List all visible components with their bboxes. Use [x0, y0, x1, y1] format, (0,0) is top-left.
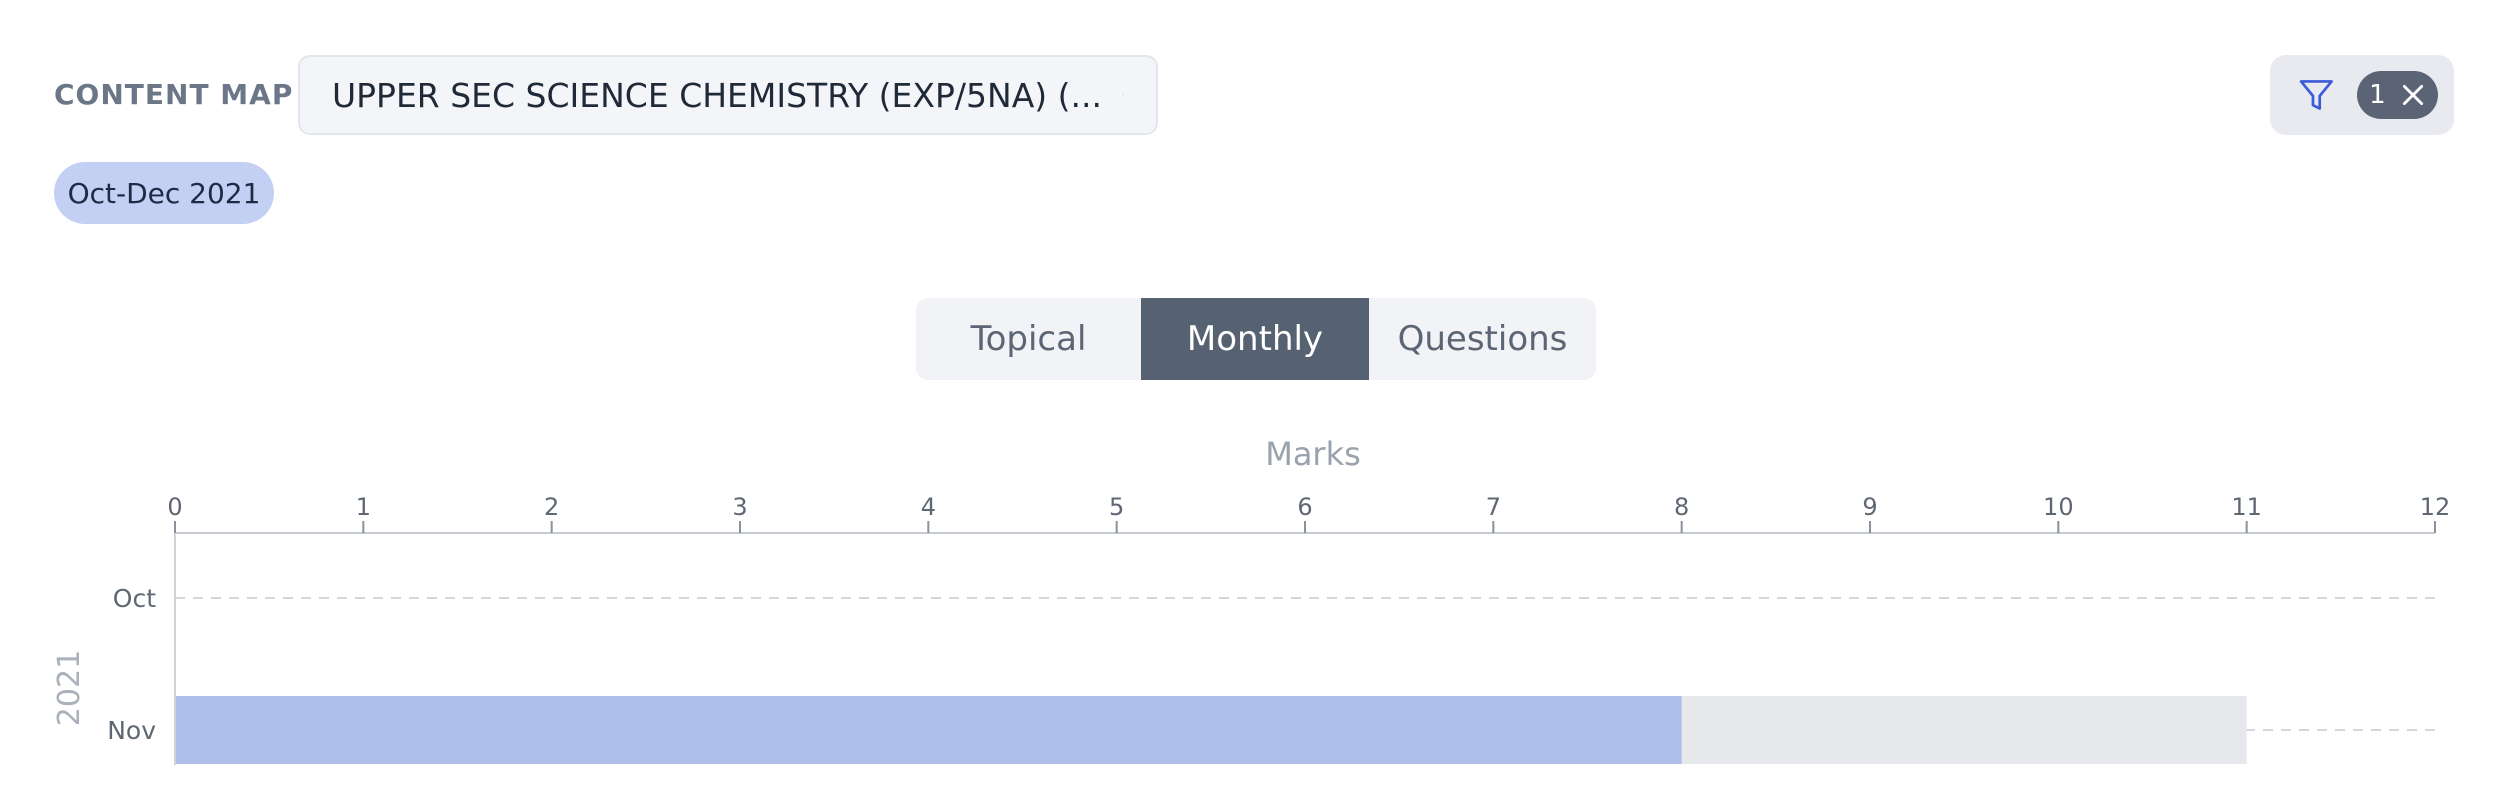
filter-icon[interactable]	[2296, 73, 2337, 117]
x-tick-label: 3	[732, 493, 747, 521]
content-map-selected-value: UPPER SEC SCIENCE CHEMISTRY (EXP/5NA) (.…	[332, 75, 1102, 115]
chart-title: Marks	[1265, 435, 1361, 473]
tab-monthly[interactable]: Monthly	[1141, 298, 1369, 380]
x-tick-label: 9	[1862, 493, 1877, 521]
x-tick-label: 5	[1109, 493, 1124, 521]
x-tick-label: 1	[356, 493, 371, 521]
x-tick-label: 7	[1486, 493, 1501, 521]
active-filter-count-badge[interactable]: 1	[2356, 71, 2438, 119]
x-tick-label: 11	[2231, 493, 2262, 521]
chevron-down-icon	[1122, 94, 1124, 96]
filter-count: 1	[2369, 80, 2386, 110]
x-tick-label: 10	[2043, 493, 2074, 521]
score-marks-bar	[175, 696, 1682, 764]
total-marks-bar	[175, 696, 2247, 764]
filter-panel: 1	[2270, 55, 2454, 135]
tab-topical[interactable]: Topical	[916, 298, 1141, 380]
y-category-label: Oct	[113, 584, 156, 613]
y-category-label: Nov	[107, 716, 156, 745]
content-map-dropdown[interactable]: UPPER SEC SCIENCE CHEMISTRY (EXP/5NA) (.…	[298, 55, 1158, 135]
x-tick-label: 8	[1674, 493, 1689, 521]
date-range-chip[interactable]: Oct-Dec 2021	[54, 162, 274, 224]
close-icon[interactable]	[2400, 82, 2426, 108]
x-tick-label: 12	[2420, 493, 2451, 521]
x-tick-label: 6	[1297, 493, 1312, 521]
x-tick-label: 4	[921, 493, 936, 521]
y-axis-year-label: 2021	[52, 650, 87, 726]
x-tick-label: 2	[544, 493, 559, 521]
tab-questions[interactable]: Questions	[1369, 298, 1596, 380]
x-tick-label: 0	[167, 493, 182, 521]
view-tabs: Topical Monthly Questions	[916, 298, 1596, 380]
content-map-label: CONTENT MAP	[54, 78, 294, 111]
